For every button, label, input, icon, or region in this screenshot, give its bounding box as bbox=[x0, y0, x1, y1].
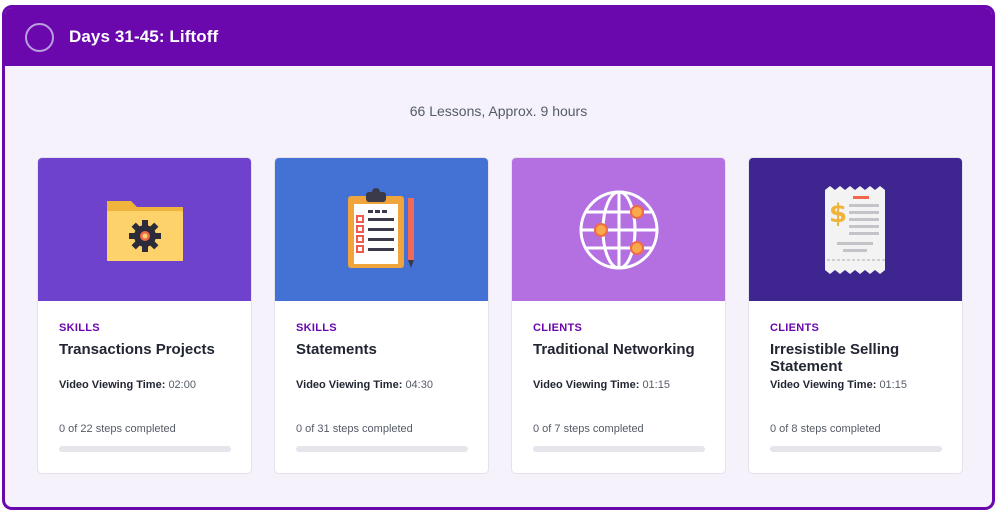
viewing-time-label: Video Viewing Time: bbox=[770, 379, 877, 391]
video-viewing-time: Video Viewing Time: 04:30 bbox=[296, 379, 467, 391]
lesson-category: CLIENTS bbox=[533, 322, 583, 334]
module-header[interactable]: Days 31-45: Liftoff bbox=[5, 8, 992, 66]
lesson-cards: SKILLS Transactions Projects Video Viewi… bbox=[37, 157, 963, 474]
video-viewing-time: Video Viewing Time: 01:15 bbox=[533, 379, 704, 391]
steps-completed: 0 of 31 steps completed bbox=[296, 423, 413, 435]
lesson-card-traditional-networking[interactable]: CLIENTS Traditional Networking Video Vie… bbox=[511, 157, 726, 474]
globe-network-icon bbox=[579, 190, 658, 269]
steps-completed: 0 of 8 steps completed bbox=[770, 423, 881, 435]
video-viewing-time: Video Viewing Time: 02:00 bbox=[59, 379, 230, 391]
module-panel: Days 31-45: Liftoff 66 Lessons, Approx. … bbox=[2, 5, 995, 510]
clipboard-icon bbox=[347, 187, 414, 268]
lesson-thumbnail[interactable] bbox=[275, 158, 488, 301]
viewing-time-label: Video Viewing Time: bbox=[59, 379, 166, 391]
viewing-time-value: 04:30 bbox=[405, 379, 433, 391]
lesson-title[interactable]: Irresistible Selling Statement bbox=[770, 341, 941, 375]
progress-bar bbox=[296, 446, 468, 452]
lesson-category: SKILLS bbox=[296, 322, 337, 334]
viewing-time-label: Video Viewing Time: bbox=[533, 379, 640, 391]
progress-bar bbox=[770, 446, 942, 452]
module-status-circle-icon[interactable] bbox=[25, 22, 54, 52]
progress-bar bbox=[59, 446, 231, 452]
lesson-card-irresistible-selling-statement[interactable]: $ CLIENTS Irresistible Selling Statement… bbox=[748, 157, 963, 474]
receipt-icon: $ bbox=[824, 185, 885, 274]
lesson-title[interactable]: Statements bbox=[296, 341, 467, 375]
module-title: Days 31-45: Liftoff bbox=[69, 27, 219, 46]
svg-text:$: $ bbox=[829, 199, 847, 229]
progress-bar bbox=[533, 446, 705, 452]
lesson-category: SKILLS bbox=[59, 322, 100, 334]
viewing-time-label: Video Viewing Time: bbox=[296, 379, 403, 391]
viewing-time-value: 01:15 bbox=[879, 379, 907, 391]
viewing-time-value: 02:00 bbox=[168, 379, 196, 391]
lesson-category: CLIENTS bbox=[770, 322, 820, 334]
lesson-card-transactions-projects[interactable]: SKILLS Transactions Projects Video Viewi… bbox=[37, 157, 252, 474]
steps-completed: 0 of 22 steps completed bbox=[59, 423, 176, 435]
lesson-title[interactable]: Transactions Projects bbox=[59, 341, 230, 375]
lesson-title[interactable]: Traditional Networking bbox=[533, 341, 704, 375]
lesson-thumbnail[interactable]: $ bbox=[749, 158, 962, 301]
lesson-thumbnail[interactable] bbox=[38, 158, 251, 301]
video-viewing-time: Video Viewing Time: 01:15 bbox=[770, 379, 941, 391]
lesson-thumbnail[interactable] bbox=[512, 158, 725, 301]
viewing-time-value: 01:15 bbox=[642, 379, 670, 391]
lessons-summary: 66 Lessons, Approx. 9 hours bbox=[409, 103, 588, 119]
lesson-card-statements[interactable]: SKILLS Statements Video Viewing Time: 04… bbox=[274, 157, 489, 474]
folder-gear-icon bbox=[106, 200, 183, 261]
steps-completed: 0 of 7 steps completed bbox=[533, 423, 644, 435]
